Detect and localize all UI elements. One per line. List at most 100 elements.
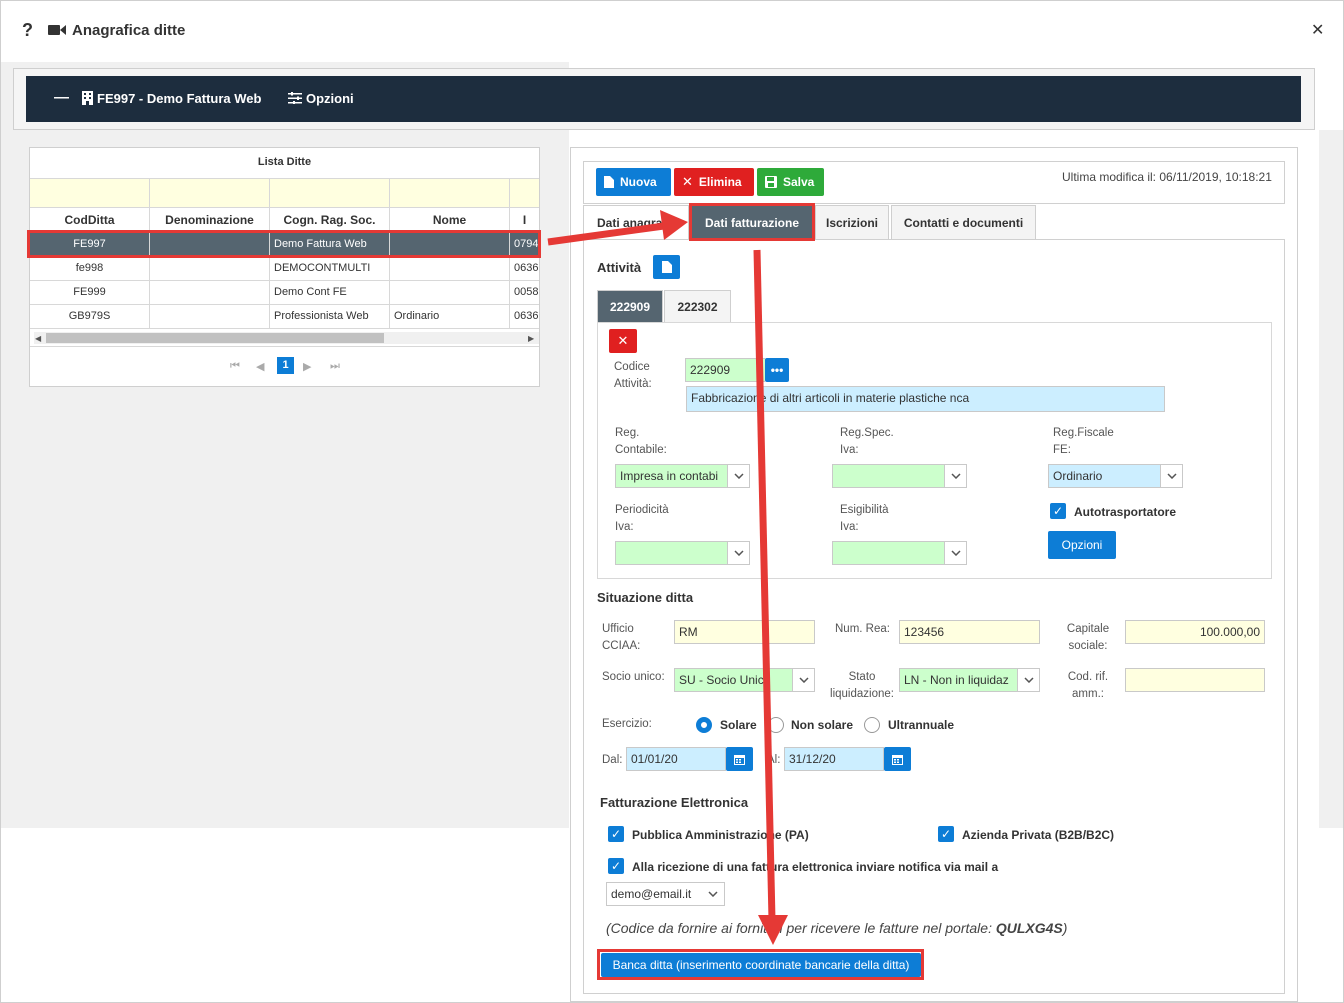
activity-lookup-button[interactable]: ••• xyxy=(765,358,789,382)
col-header-codditta[interactable]: CodDitta xyxy=(30,213,149,227)
collapse-button[interactable]: — xyxy=(54,89,69,106)
stato-label: Stato liquidazione: xyxy=(830,671,894,700)
table-cell[interactable]: fe998 xyxy=(30,262,149,274)
scroll-right-icon[interactable]: ▶ xyxy=(528,334,534,343)
chevron-down-icon xyxy=(702,883,724,905)
add-activity-button[interactable] xyxy=(653,255,680,279)
col-header-extra[interactable]: I xyxy=(510,213,539,227)
table-cell[interactable]: FE999 xyxy=(30,286,149,298)
email-select[interactable]: demo@email.it xyxy=(606,882,725,906)
reg-contabile-label: Reg. Contabile: xyxy=(615,427,667,456)
help-icon[interactable]: ? xyxy=(22,20,33,41)
radio-ultrannuale[interactable] xyxy=(864,717,880,733)
subtab-activity-2[interactable]: 222302 xyxy=(664,290,731,323)
sliders-icon xyxy=(288,92,302,104)
file-icon xyxy=(604,176,614,188)
video-icon xyxy=(48,24,66,36)
companies-grid: Lista Ditte CodDitta Denominazione Cogn.… xyxy=(29,147,540,387)
delete-activity-button[interactable]: ✕ xyxy=(609,329,637,353)
company-name: FE997 - Demo Fattura Web xyxy=(97,91,262,106)
table-cell[interactable]: 0636 xyxy=(514,262,539,274)
capitale-input[interactable]: 100.000,00 xyxy=(1125,620,1265,644)
periodicita-select[interactable] xyxy=(615,541,750,565)
notify-checkbox[interactable]: ✓ xyxy=(608,858,624,874)
table-cell[interactable]: Professionista Web xyxy=(274,310,389,322)
activity-options-button[interactable]: Opzioni xyxy=(1048,531,1116,559)
options-menu[interactable]: Opzioni xyxy=(306,91,354,106)
esigibilita-select[interactable] xyxy=(832,541,967,565)
b2b-label: Azienda Privata (B2B/B2C) xyxy=(962,828,1115,842)
radio-solare[interactable] xyxy=(696,717,712,733)
reg-spec-select[interactable] xyxy=(832,464,967,488)
subtab-activity-1[interactable]: 222909 xyxy=(597,290,663,323)
activity-title: Attività xyxy=(597,260,642,275)
last-page-icon[interactable]: ⏭ xyxy=(330,360,340,373)
notify-label: Alla ricezione di una fattura elettronic… xyxy=(632,860,999,874)
save-button[interactable]: Salva xyxy=(757,168,824,196)
reg-contabile-select[interactable]: Impresa in contabi xyxy=(615,464,750,488)
chevron-down-icon xyxy=(1160,465,1182,487)
socio-label: Socio unico: xyxy=(602,671,665,683)
chevron-down-icon xyxy=(792,669,814,691)
dal-label: Dal: xyxy=(602,754,623,766)
file-icon xyxy=(661,261,672,273)
cod-rif-label: Cod. rif. amm.: xyxy=(1067,671,1109,700)
col-header-denominazione[interactable]: Denominazione xyxy=(150,213,269,227)
next-page-icon[interactable]: ▶ xyxy=(303,360,311,373)
table-cell[interactable]: Ordinario xyxy=(394,310,509,322)
last-modified: Ultima modifica il: 06/11/2019, 10:18:21 xyxy=(1062,170,1272,184)
table-cell[interactable]: 0058 xyxy=(514,286,539,298)
autotrasportatore-checkbox[interactable]: ✓ xyxy=(1050,503,1066,519)
dal-input[interactable]: 01/01/20 xyxy=(626,747,726,771)
num-rea-input[interactable]: 123456 xyxy=(899,620,1040,644)
stato-select[interactable]: LN - Non in liquidaz xyxy=(899,668,1040,692)
tab-contatti-documenti[interactable]: Contatti e documenti xyxy=(891,205,1036,239)
non-solare-label: Non solare xyxy=(791,718,854,732)
tab-iscrizioni[interactable]: Iscrizioni xyxy=(815,205,889,239)
pa-checkbox[interactable]: ✓ xyxy=(608,826,624,842)
reg-fiscale-select[interactable]: Ordinario xyxy=(1048,464,1183,488)
activity-description[interactable]: Fabbricazione di altri articoli in mater… xyxy=(686,386,1165,412)
col-header-rag-soc[interactable]: Cogn. Rag. Soc. xyxy=(270,213,389,227)
reg-fiscale-label: Reg.Fiscale FE: xyxy=(1053,427,1114,456)
portal-note: (Codice da fornire ai fornitori per rice… xyxy=(606,920,1068,936)
table-cell[interactable]: GB979S xyxy=(30,310,149,322)
activity-code-label: Codice Attività: xyxy=(614,361,652,390)
page-number[interactable]: 1 xyxy=(277,357,294,374)
close-button[interactable]: ✕ xyxy=(1311,20,1324,40)
chevron-down-icon xyxy=(944,465,966,487)
filter-row[interactable] xyxy=(30,178,539,207)
prev-page-icon[interactable]: ◀ xyxy=(256,360,264,373)
solare-label: Solare xyxy=(720,718,757,732)
company-header: — FE997 - Demo Fattura Web Opzioni xyxy=(26,76,1301,122)
chevron-down-icon xyxy=(944,542,966,564)
scroll-left-icon[interactable]: ◀ xyxy=(35,334,41,343)
first-page-icon[interactable]: ⏮ xyxy=(230,360,240,373)
floppy-icon xyxy=(765,176,777,188)
cod-rif-input[interactable] xyxy=(1125,668,1265,692)
capitale-label: Capitale sociale: xyxy=(1066,623,1110,652)
ufficio-input[interactable]: RM xyxy=(674,620,815,644)
tab-dati-anagrafici[interactable]: Dati anagrafici xyxy=(583,205,689,239)
col-header-nome[interactable]: Nome xyxy=(390,213,509,227)
delete-button[interactable]: ✕ Elimina xyxy=(674,168,754,196)
scrollbar-thumb[interactable] xyxy=(46,333,384,343)
portal-code: QULXG4S xyxy=(995,920,1063,936)
al-input[interactable]: 31/12/20 xyxy=(784,747,884,771)
reg-spec-label: Reg.Spec. Iva: xyxy=(840,427,894,456)
highlight-selected-row xyxy=(27,230,541,258)
table-cell[interactable]: DEMOCONTMULTI xyxy=(274,262,389,274)
chevron-down-icon xyxy=(1017,669,1039,691)
socio-select[interactable]: SU - Socio Unico xyxy=(674,668,815,692)
new-button[interactable]: Nuova xyxy=(596,168,671,196)
esigibilita-label: Esigibilità Iva: xyxy=(840,504,889,533)
calendar-icon[interactable] xyxy=(884,747,911,771)
calendar-icon[interactable] xyxy=(726,747,753,771)
radio-non-solare[interactable] xyxy=(768,717,784,733)
ultrannuale-label: Ultrannuale xyxy=(888,718,955,732)
window-title: Anagrafica ditte xyxy=(72,22,186,39)
table-cell[interactable]: 0636 xyxy=(514,310,539,322)
activity-code-input[interactable]: 222909 xyxy=(685,358,765,382)
table-cell[interactable]: Demo Cont FE xyxy=(274,286,389,298)
b2b-checkbox[interactable]: ✓ xyxy=(938,826,954,842)
